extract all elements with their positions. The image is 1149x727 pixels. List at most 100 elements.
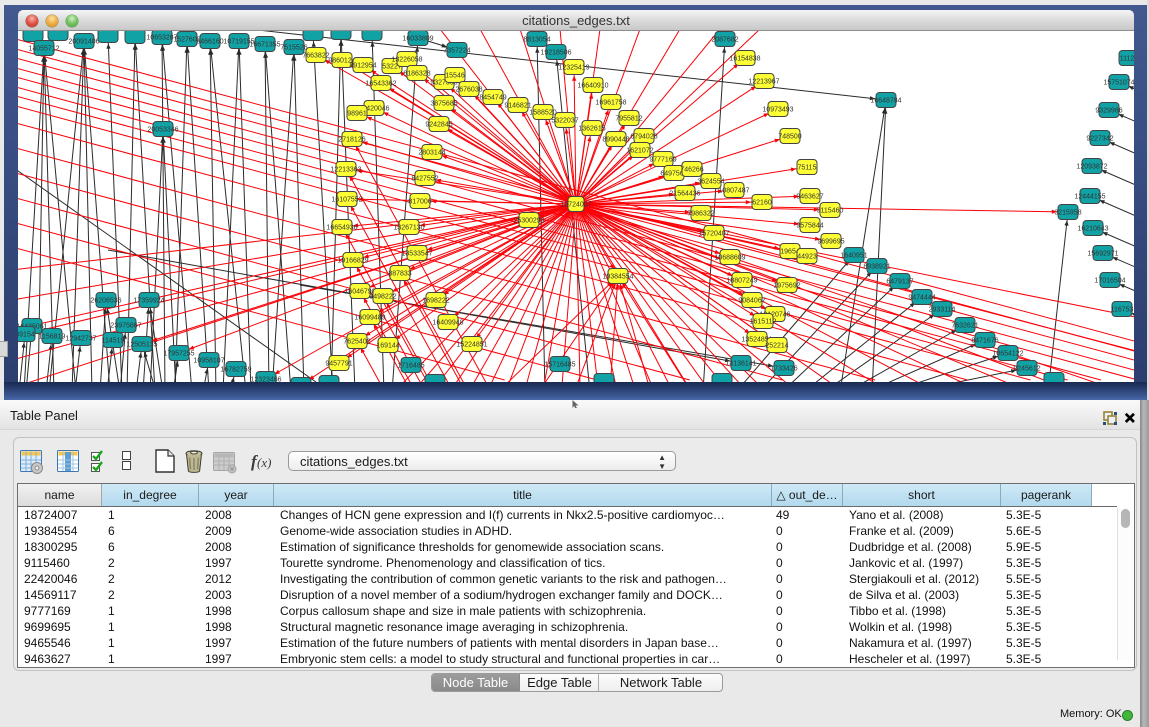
svg-text:16961758: 16961758 [595, 100, 626, 107]
svg-text:9084067: 9084067 [738, 298, 765, 305]
svg-text:25300293: 25300293 [513, 218, 544, 225]
svg-text:9463627: 9463627 [796, 194, 823, 201]
svg-text:15720407: 15720407 [698, 231, 729, 238]
svg-text:44923: 44923 [797, 254, 817, 261]
svg-text:7663822: 7663822 [302, 53, 329, 60]
svg-text:15546: 15546 [445, 73, 465, 80]
svg-text:75115: 75115 [798, 165, 817, 172]
svg-text:13267130: 13267130 [393, 225, 424, 232]
svg-text:2087682: 2087682 [711, 37, 738, 44]
svg-text:13533547: 13533547 [401, 251, 432, 258]
svg-text:15224851: 15224851 [456, 342, 487, 349]
svg-text:7986322: 7986322 [687, 211, 714, 218]
svg-text:10688609: 10688609 [714, 255, 745, 262]
svg-text:169144: 169144 [376, 343, 399, 350]
svg-text:16099489: 16099489 [354, 315, 385, 322]
svg-text:2803144: 2803144 [418, 150, 445, 157]
svg-text:748500: 748500 [778, 134, 801, 141]
svg-text:3498222: 3498222 [369, 294, 396, 301]
svg-text:(x): (x) [257, 455, 271, 470]
svg-text:8471676: 8471676 [971, 338, 998, 345]
svg-text:8427552: 8427552 [411, 176, 438, 183]
svg-text:1362615: 1362615 [578, 126, 605, 133]
svg-text:8813054: 8813054 [523, 37, 550, 44]
svg-text:12093872: 12093872 [1076, 164, 1107, 171]
svg-text:12213967: 12213967 [748, 79, 779, 86]
svg-text:20053346: 20053346 [147, 127, 178, 134]
svg-text:6466160: 6466160 [196, 39, 223, 46]
svg-text:12325419: 12325419 [558, 65, 589, 72]
svg-text:16210643: 16210643 [1077, 226, 1108, 233]
svg-text:16782759: 16782759 [220, 367, 251, 374]
svg-text:8454749: 8454749 [479, 95, 506, 102]
svg-text:8938921: 8938921 [863, 264, 890, 271]
svg-text:9777169: 9777169 [649, 157, 676, 164]
svg-text:116753: 116753 [1111, 307, 1134, 314]
svg-text:16654936: 16654936 [326, 225, 357, 232]
svg-text:11125: 11125 [1120, 56, 1134, 63]
svg-text:9329966: 9329966 [1095, 108, 1122, 115]
svg-text:2676038: 2676038 [455, 87, 482, 94]
svg-text:16409948: 16409948 [432, 320, 463, 327]
svg-text:16671355: 16671355 [249, 42, 280, 49]
svg-text:7515526: 7515526 [280, 45, 307, 52]
svg-text:817006: 817006 [408, 199, 431, 206]
svg-text:8186328: 8186328 [403, 71, 430, 78]
svg-text:16154838: 16154838 [729, 56, 760, 63]
svg-text:16648784: 16648784 [870, 98, 901, 105]
svg-text:9245612: 9245612 [1013, 366, 1040, 373]
svg-text:16640910: 16640910 [577, 83, 608, 90]
svg-text:10807487: 10807487 [718, 188, 749, 195]
svg-text:9457791: 9457791 [325, 361, 352, 368]
svg-text:3215958: 3215958 [1054, 210, 1081, 217]
svg-text:17016504: 17016504 [1094, 278, 1125, 285]
svg-text:7955812: 7955812 [615, 116, 642, 123]
svg-text:8912954: 8912954 [349, 63, 376, 70]
svg-text:15692971: 15692971 [1087, 251, 1118, 258]
svg-text:16033809: 16033809 [402, 36, 433, 43]
svg-text:9146821: 9146821 [504, 103, 531, 110]
svg-text:16107552: 16107552 [331, 197, 362, 204]
svg-text:19218506: 19218506 [540, 50, 571, 57]
svg-text:17957255: 17957255 [163, 351, 194, 358]
svg-text:12323466: 12323466 [250, 377, 281, 383]
svg-text:7357224: 7357224 [443, 48, 470, 55]
svg-text:887833: 887833 [388, 271, 411, 278]
svg-text:114519: 114519 [102, 338, 125, 345]
svg-text:3624554: 3624554 [697, 179, 724, 186]
svg-text:13226058: 13226058 [391, 57, 422, 64]
svg-text:6479137: 6479137 [886, 279, 913, 286]
svg-text:21564436: 21564436 [669, 191, 700, 198]
svg-text:12505135: 12505135 [126, 342, 157, 349]
svg-text:9575844: 9575844 [796, 223, 823, 230]
svg-text:18724007: 18724007 [560, 202, 591, 209]
svg-text:23975867: 23975867 [110, 323, 141, 330]
svg-text:5322037: 5322037 [551, 118, 578, 125]
svg-text:39154: 39154 [18, 332, 35, 339]
svg-text:15716485: 15716485 [544, 362, 575, 369]
svg-text:14136141: 14136141 [725, 361, 756, 368]
svg-text:15751074: 15751074 [1103, 80, 1134, 87]
svg-text:19384554: 19384554 [602, 274, 633, 281]
svg-text:3875685: 3875685 [430, 101, 457, 108]
svg-text:1156819: 1156819 [39, 334, 66, 341]
svg-text:98961: 98961 [347, 111, 367, 118]
svg-text:10973493: 10973493 [762, 107, 793, 114]
svg-text:9474444: 9474444 [908, 295, 935, 302]
svg-text:1615112: 1615112 [750, 319, 777, 326]
svg-text:1640951: 1640951 [840, 253, 867, 260]
svg-text:10654122: 10654122 [992, 351, 1023, 358]
svg-text:9227342: 9227342 [1086, 136, 1113, 143]
svg-text:19166829: 19166829 [337, 258, 368, 265]
svg-text:62160: 62160 [752, 200, 772, 207]
svg-text:12942737: 12942737 [65, 336, 96, 343]
svg-text:14055712: 14055712 [28, 46, 59, 53]
svg-text:746266: 746266 [680, 167, 703, 174]
svg-text:16543362: 16543362 [365, 81, 396, 88]
svg-text:8990448: 8990448 [602, 137, 629, 144]
svg-text:12213363: 12213363 [330, 167, 361, 174]
svg-text:20091406: 20091406 [68, 39, 99, 46]
svg-text:12444155: 12444155 [1074, 194, 1105, 201]
svg-text:1975692: 1975692 [773, 283, 800, 290]
svg-text:7625402: 7625402 [343, 339, 370, 346]
